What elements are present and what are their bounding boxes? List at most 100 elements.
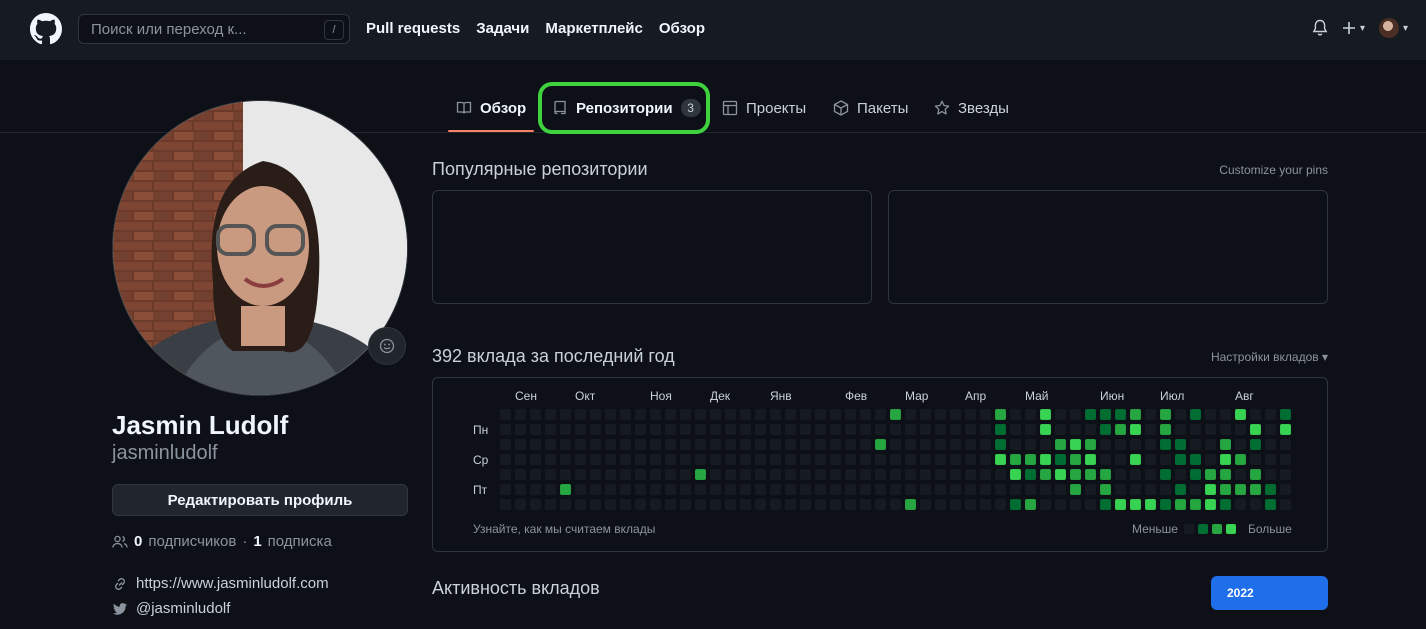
plus-chevron-down-icon[interactable]: ▾ bbox=[1360, 23, 1365, 34]
contribution-day-cell[interactable] bbox=[590, 484, 601, 495]
contribution-day-cell[interactable] bbox=[1145, 469, 1156, 480]
contribution-day-cell[interactable] bbox=[1040, 499, 1051, 510]
contribution-day-cell[interactable] bbox=[605, 499, 616, 510]
contribution-day-cell[interactable] bbox=[695, 409, 706, 420]
contribution-day-cell[interactable] bbox=[665, 424, 676, 435]
contribution-day-cell[interactable] bbox=[650, 409, 661, 420]
contribution-day-cell[interactable] bbox=[1130, 454, 1141, 465]
contribution-day-cell[interactable] bbox=[1250, 499, 1261, 510]
contribution-day-cell[interactable] bbox=[920, 469, 931, 480]
contribution-day-cell[interactable] bbox=[680, 499, 691, 510]
contribution-day-cell[interactable] bbox=[770, 469, 781, 480]
contribution-day-cell[interactable] bbox=[530, 484, 541, 495]
contribution-day-cell[interactable] bbox=[905, 484, 916, 495]
contribution-day-cell[interactable] bbox=[950, 484, 961, 495]
contribution-day-cell[interactable] bbox=[1055, 409, 1066, 420]
contribution-day-cell[interactable] bbox=[800, 454, 811, 465]
contribution-day-cell[interactable] bbox=[515, 454, 526, 465]
followers-label[interactable]: подписчиков bbox=[148, 533, 236, 550]
contribution-day-cell[interactable] bbox=[680, 454, 691, 465]
contribution-day-cell[interactable] bbox=[545, 499, 556, 510]
contribution-day-cell[interactable] bbox=[875, 499, 886, 510]
contribution-day-cell[interactable] bbox=[1205, 424, 1216, 435]
contribution-day-cell[interactable] bbox=[830, 409, 841, 420]
contribution-day-cell[interactable] bbox=[1190, 469, 1201, 480]
contribution-day-cell[interactable] bbox=[635, 499, 646, 510]
contribution-day-cell[interactable] bbox=[995, 499, 1006, 510]
contribution-day-cell[interactable] bbox=[620, 454, 631, 465]
contribution-day-cell[interactable] bbox=[785, 469, 796, 480]
contribution-day-cell[interactable] bbox=[680, 484, 691, 495]
contribution-day-cell[interactable] bbox=[725, 499, 736, 510]
contribution-day-cell[interactable] bbox=[1115, 424, 1126, 435]
contribution-day-cell[interactable] bbox=[1085, 424, 1096, 435]
contribution-day-cell[interactable] bbox=[575, 424, 586, 435]
contribution-day-cell[interactable] bbox=[995, 484, 1006, 495]
contribution-day-cell[interactable] bbox=[755, 499, 766, 510]
contribution-day-cell[interactable] bbox=[1175, 454, 1186, 465]
contribution-day-cell[interactable] bbox=[620, 439, 631, 450]
contribution-day-cell[interactable] bbox=[755, 424, 766, 435]
learn-contributions-link[interactable]: Узнайте, как мы считаем вклады bbox=[473, 522, 655, 536]
contribution-day-cell[interactable] bbox=[1280, 439, 1291, 450]
contribution-day-cell[interactable] bbox=[890, 484, 901, 495]
contribution-day-cell[interactable] bbox=[575, 484, 586, 495]
contribution-day-cell[interactable] bbox=[1010, 484, 1021, 495]
contribution-day-cell[interactable] bbox=[920, 439, 931, 450]
contribution-day-cell[interactable] bbox=[875, 454, 886, 465]
contribution-day-cell[interactable] bbox=[605, 439, 616, 450]
contribution-day-cell[interactable] bbox=[605, 469, 616, 480]
contribution-day-cell[interactable] bbox=[830, 484, 841, 495]
contribution-day-cell[interactable] bbox=[980, 409, 991, 420]
contribution-day-cell[interactable] bbox=[665, 409, 676, 420]
contribution-day-cell[interactable] bbox=[515, 499, 526, 510]
contribution-day-cell[interactable] bbox=[695, 499, 706, 510]
tab-overview[interactable]: Обзор bbox=[456, 96, 526, 120]
contribution-day-cell[interactable] bbox=[1175, 469, 1186, 480]
contribution-day-cell[interactable] bbox=[1175, 424, 1186, 435]
contribution-day-cell[interactable] bbox=[1190, 439, 1201, 450]
contribution-day-cell[interactable] bbox=[1145, 424, 1156, 435]
contribution-day-cell[interactable] bbox=[815, 439, 826, 450]
contribution-day-cell[interactable] bbox=[1205, 499, 1216, 510]
contribution-day-cell[interactable] bbox=[920, 499, 931, 510]
contribution-day-cell[interactable] bbox=[1100, 469, 1111, 480]
contribution-day-cell[interactable] bbox=[530, 454, 541, 465]
contribution-day-cell[interactable] bbox=[1115, 409, 1126, 420]
contribution-day-cell[interactable] bbox=[665, 454, 676, 465]
contribution-day-cell[interactable] bbox=[890, 499, 901, 510]
contribution-day-cell[interactable] bbox=[1010, 469, 1021, 480]
contribution-day-cell[interactable] bbox=[1235, 424, 1246, 435]
contribution-day-cell[interactable] bbox=[935, 439, 946, 450]
contribution-day-cell[interactable] bbox=[695, 469, 706, 480]
contribution-day-cell[interactable] bbox=[1025, 469, 1036, 480]
contribution-day-cell[interactable] bbox=[1100, 454, 1111, 465]
contribution-day-cell[interactable] bbox=[680, 424, 691, 435]
contribution-day-cell[interactable] bbox=[920, 454, 931, 465]
contribution-day-cell[interactable] bbox=[575, 439, 586, 450]
contribution-day-cell[interactable] bbox=[755, 409, 766, 420]
contribution-day-cell[interactable] bbox=[830, 454, 841, 465]
contribution-day-cell[interactable] bbox=[1205, 454, 1216, 465]
contribution-day-cell[interactable] bbox=[1085, 409, 1096, 420]
contribution-day-cell[interactable] bbox=[545, 424, 556, 435]
contribution-day-cell[interactable] bbox=[1070, 439, 1081, 450]
contribution-day-cell[interactable] bbox=[530, 499, 541, 510]
avatar-chevron-down-icon[interactable]: ▾ bbox=[1403, 23, 1408, 34]
contribution-day-cell[interactable] bbox=[1115, 499, 1126, 510]
contribution-day-cell[interactable] bbox=[890, 424, 901, 435]
contribution-day-cell[interactable] bbox=[1160, 469, 1171, 480]
contribution-day-cell[interactable] bbox=[845, 499, 856, 510]
contribution-day-cell[interactable] bbox=[785, 454, 796, 465]
contribution-day-cell[interactable] bbox=[1265, 499, 1276, 510]
contribution-day-cell[interactable] bbox=[770, 454, 781, 465]
contribution-day-cell[interactable] bbox=[605, 409, 616, 420]
contribution-day-cell[interactable] bbox=[545, 409, 556, 420]
contribution-day-cell[interactable] bbox=[1055, 499, 1066, 510]
contribution-day-cell[interactable] bbox=[740, 469, 751, 480]
contribution-day-cell[interactable] bbox=[830, 439, 841, 450]
contribution-day-cell[interactable] bbox=[1220, 454, 1231, 465]
bell-icon[interactable] bbox=[1312, 19, 1328, 37]
contribution-day-cell[interactable] bbox=[1145, 454, 1156, 465]
contribution-day-cell[interactable] bbox=[650, 469, 661, 480]
